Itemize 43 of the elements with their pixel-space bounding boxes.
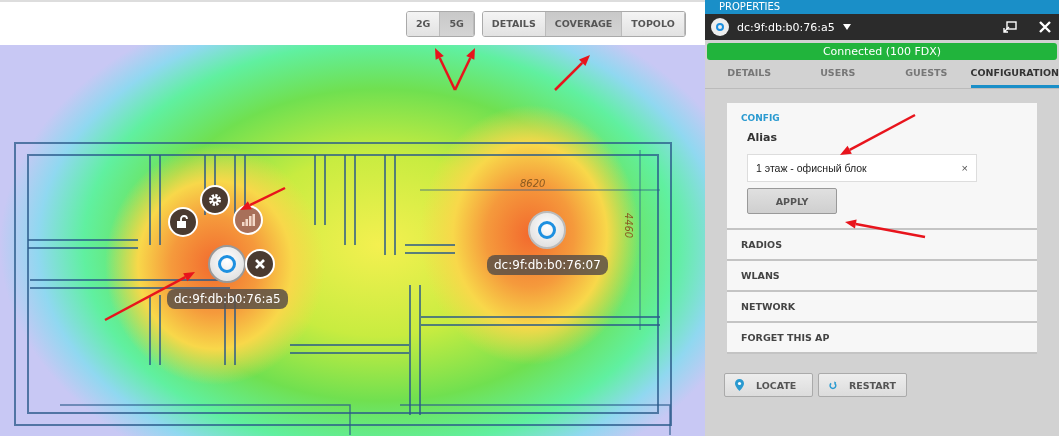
unlock-button[interactable] bbox=[168, 207, 198, 237]
caret-icon[interactable] bbox=[842, 24, 851, 30]
collapsed-section[interactable]: NETWORK bbox=[727, 292, 1037, 323]
access-point-label: dc:9f:db:b0:76:a5 bbox=[167, 289, 288, 309]
band-toggle[interactable]: 2G bbox=[407, 11, 441, 36]
restart-button[interactable]: RESTART bbox=[818, 373, 907, 397]
bar-chart-icon bbox=[241, 214, 255, 226]
close-icon[interactable] bbox=[1039, 21, 1051, 33]
close-icon bbox=[254, 258, 266, 270]
annotation-arrow bbox=[435, 48, 457, 91]
field-label: Alias bbox=[747, 131, 778, 144]
locate-button[interactable]: LOCATE bbox=[724, 373, 813, 397]
settings-icon bbox=[208, 193, 222, 207]
close-button[interactable] bbox=[245, 249, 275, 279]
clear-button[interactable]: × bbox=[961, 162, 968, 174]
access-point-icon bbox=[711, 18, 729, 36]
panel-tab[interactable]: CONFIGURATION bbox=[970, 60, 1059, 88]
settings-button[interactable] bbox=[200, 185, 230, 215]
view-tab[interactable]: COVERAGE bbox=[545, 11, 623, 36]
section-heading: CONFIG bbox=[741, 113, 780, 123]
collapsed-section[interactable]: RADIOS bbox=[727, 230, 1037, 261]
location-pin-icon bbox=[735, 379, 744, 391]
annotation-arrow bbox=[554, 55, 590, 91]
annotation-arrow bbox=[240, 186, 286, 210]
restart-icon bbox=[829, 379, 837, 391]
alias-input-field[interactable]: 1 этаж - офисный блок × bbox=[747, 154, 977, 182]
connection-status: Connected (100 FDX) bbox=[707, 43, 1057, 60]
view-tab[interactable]: DETAILS bbox=[482, 11, 546, 36]
collapsed-section[interactable]: WLANS bbox=[727, 261, 1037, 292]
band-toggle[interactable]: 5G bbox=[440, 11, 474, 36]
padlock-icon bbox=[176, 215, 190, 229]
device-name[interactable]: dc:9f:db:b0:76:a5 bbox=[737, 20, 835, 34]
access-point-label: dc:9f:db:b0:76:07 bbox=[487, 255, 608, 275]
stats-button[interactable] bbox=[233, 205, 263, 235]
collapsed-section[interactable]: FORGET THIS AP bbox=[727, 323, 1037, 354]
dimension-label: 4460 bbox=[623, 212, 635, 239]
apply-button[interactable]: APPLY bbox=[747, 188, 837, 214]
popout-icon[interactable] bbox=[1003, 21, 1017, 33]
annotation-arrow bbox=[453, 48, 475, 91]
panel-title: PROPERTIES bbox=[705, 0, 1059, 14]
access-point-icon[interactable] bbox=[528, 211, 567, 249]
dimension-label: 8620 bbox=[520, 178, 546, 189]
view-tab[interactable]: TOPOLO bbox=[622, 11, 685, 36]
